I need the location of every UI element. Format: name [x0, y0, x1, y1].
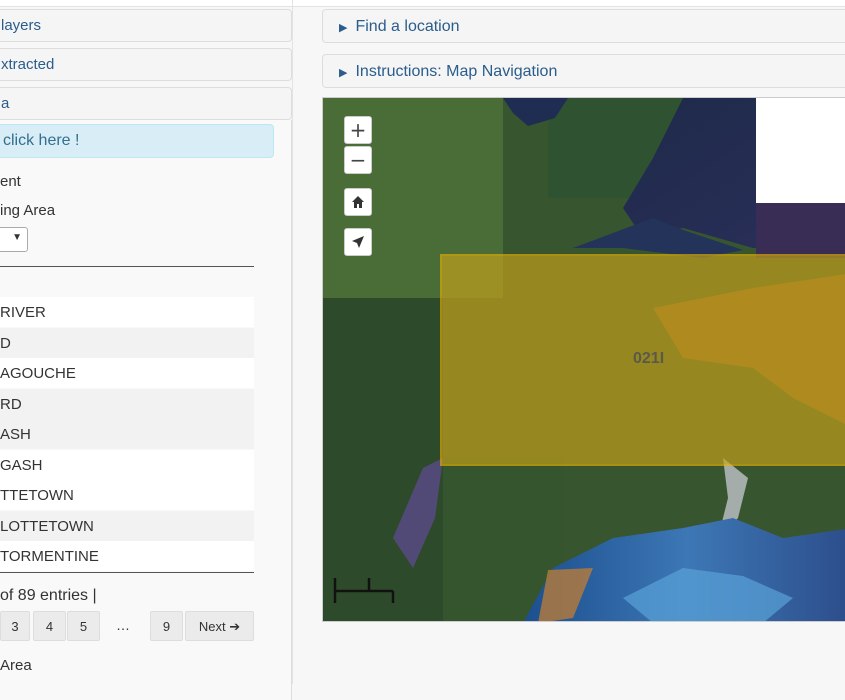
page-button-label: 5 — [79, 619, 88, 634]
top-border — [0, 0, 845, 7]
minus-icon: − — [349, 148, 367, 172]
table-top-rule — [0, 266, 254, 267]
panel-header-area[interactable]: a — [0, 87, 292, 120]
triangle-right-icon: ▶ — [339, 22, 348, 34]
area-label: Area — [0, 657, 32, 674]
next-button-label: Next — [198, 619, 226, 634]
entries-info: of 89 entries | — [0, 587, 97, 604]
home-button[interactable] — [344, 188, 372, 216]
panel-header-area-label: a — [1, 95, 10, 112]
home-icon — [352, 196, 364, 208]
page-button-label: 9 — [162, 619, 171, 634]
pagination-ellipsis: … — [116, 617, 130, 633]
satellite-imagery — [323, 98, 845, 621]
info-alert[interactable]: click here ! — [0, 124, 274, 158]
table-row[interactable]: RIVER — [0, 297, 254, 327]
chevron-down-icon: ▼ — [12, 232, 22, 243]
map-view[interactable]: + − 021I — [322, 97, 845, 622]
next-page-button[interactable]: Next ➔ — [185, 611, 254, 641]
sidebar-divider — [292, 0, 293, 684]
page-size-select[interactable]: ▼ — [0, 227, 28, 252]
table-row[interactable]: AGOUCHE — [0, 358, 254, 388]
locate-button[interactable] — [344, 228, 372, 256]
panel-header-extracted[interactable]: xtracted — [0, 48, 292, 81]
info-alert-text: click here ! — [3, 132, 80, 149]
zoom-out-button[interactable]: − — [344, 146, 372, 174]
table-row[interactable]: RD — [0, 389, 254, 419]
arrow-right-icon: ➔ — [229, 620, 241, 635]
instructions-toggle[interactable]: ▶ Instructions: Map Navigation — [322, 54, 845, 88]
table-row[interactable]: ASH — [0, 419, 254, 449]
map-tile-label[interactable]: 021I — [633, 350, 664, 368]
panel-header-extracted-label: xtracted — [1, 56, 55, 73]
page-button-3[interactable]: 3 — [0, 611, 30, 641]
table-row[interactable]: TTETOWN — [0, 480, 254, 510]
instructions-label: Instructions: Map Navigation — [355, 63, 558, 80]
option-label-1[interactable]: ent — [0, 173, 21, 190]
panel-header-layers[interactable]: layers — [0, 9, 292, 42]
page-button-5[interactable]: 5 — [67, 611, 100, 641]
option-label-2[interactable]: ing Area — [0, 202, 55, 219]
find-location-label: Find a location — [355, 18, 460, 35]
page-button-label: 4 — [45, 619, 54, 634]
table-row[interactable]: GASH — [0, 450, 254, 480]
table-row[interactable]: D — [0, 328, 254, 358]
page-button-4[interactable]: 4 — [33, 611, 66, 641]
panel-header-layers-label: layers — [1, 17, 42, 34]
navigation-arrow-icon — [352, 236, 364, 248]
table-row[interactable]: LOTTETOWN — [0, 511, 254, 541]
zoom-in-button[interactable]: + — [344, 116, 372, 144]
find-location-toggle[interactable]: ▶ Find a location — [322, 9, 845, 43]
triangle-right-icon: ▶ — [339, 67, 348, 79]
table-row[interactable]: TORMENTINE — [0, 541, 254, 571]
plus-icon: + — [349, 118, 367, 142]
page-button-label: 3 — [11, 619, 19, 634]
page-button-9[interactable]: 9 — [150, 611, 183, 641]
table-bottom-rule — [0, 572, 254, 573]
